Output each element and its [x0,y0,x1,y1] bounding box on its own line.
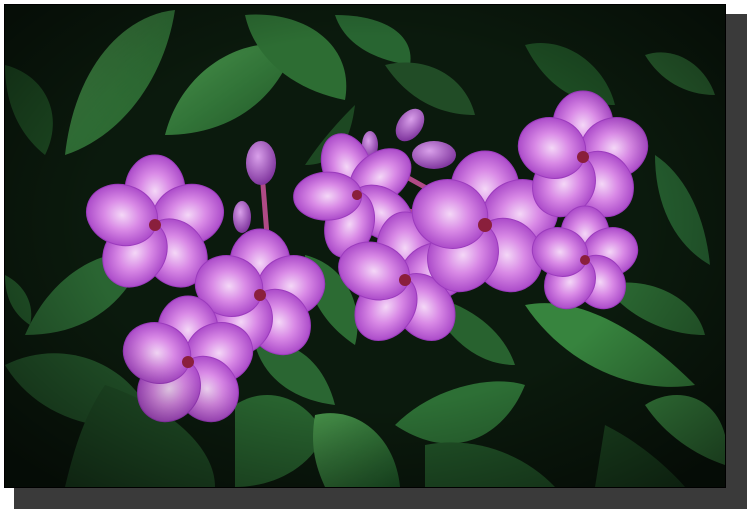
phlox-illustration [5,5,725,487]
photo-frame [0,0,747,509]
photo [4,4,726,488]
